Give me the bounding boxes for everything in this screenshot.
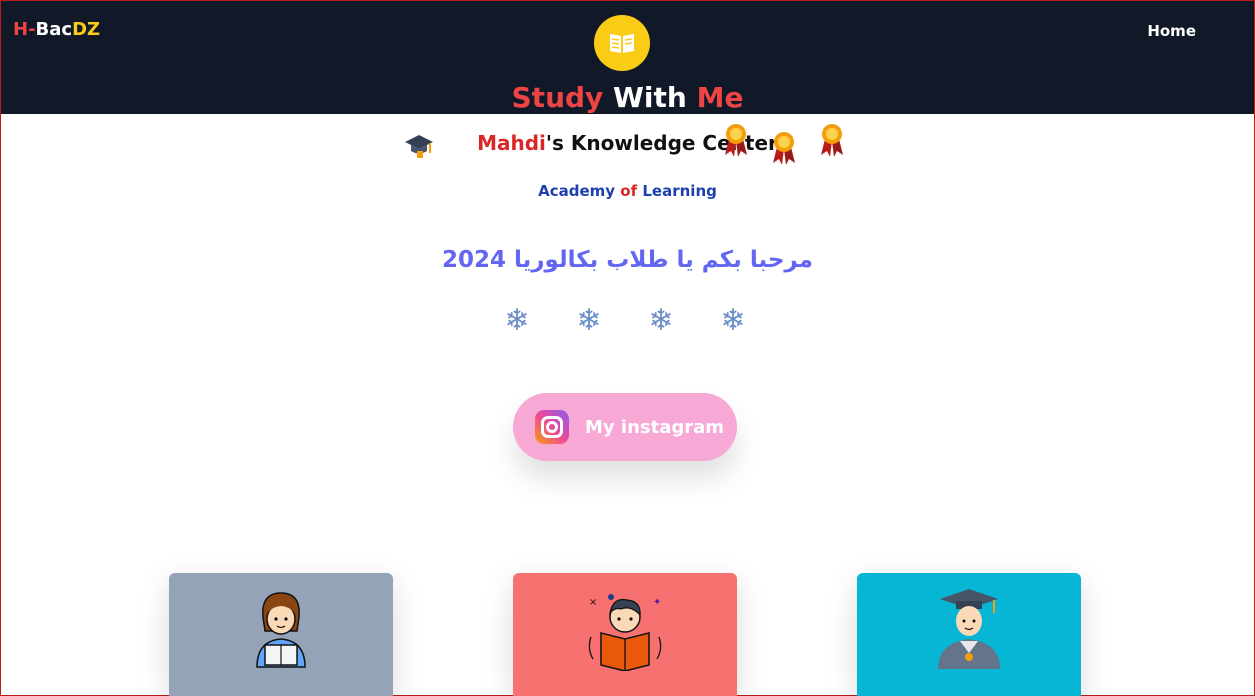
learning-word: Learning [642,182,717,200]
brand-logo-text[interactable]: H-BacDZ [13,19,100,40]
svg-text:×: × [589,597,597,608]
open-book-icon[interactable] [594,15,650,71]
snowflake-icon: ❄ [504,303,530,338]
brand-part-dz: DZ [72,19,101,40]
graduate-icon [938,589,1000,669]
card-reading[interactable]: × ✦ [513,573,737,696]
instagram-button-label: My instagram [585,416,725,438]
card-graduate[interactable] [857,573,1081,696]
card-student[interactable] [169,573,393,696]
title-word-with: With [613,81,687,114]
snowflake-icon: ❄ [648,303,674,338]
academy-of-word: of [620,182,638,200]
title-word-study: Study [511,81,604,114]
academy-subtitle: Academy of Learning [1,182,1254,200]
academy-word: Academy [538,182,616,200]
brand-part-h: H- [13,19,36,40]
welcome-message: مرحبا بكم يا طلاب بكالوريا 2024 [442,247,813,273]
brand-part-bac: Bac [35,19,73,40]
nav-home-link[interactable]: Home [1147,22,1196,40]
instagram-icon [535,410,569,444]
owner-name: Mahdi [477,131,546,155]
medal-icon [725,124,747,157]
student-girl-reading-icon [256,592,306,668]
svg-text:✦: ✦ [653,597,661,608]
title-word-me: Me [696,81,744,114]
snowflake-icon: ❄ [720,303,746,338]
site-title: Study With Me [1,81,1254,114]
knowledge-center-heading: Mahdi's Knowledge Center [1,131,1254,155]
snowflake-icon: ❄ [576,303,602,338]
top-navbar: H-BacDZ Home Study With Me [1,1,1254,114]
boy-reading-book-icon: × ✦ [588,594,661,671]
instagram-button[interactable]: My instagram [513,393,737,461]
medal-icon [773,132,795,165]
medal-icon [821,124,843,157]
